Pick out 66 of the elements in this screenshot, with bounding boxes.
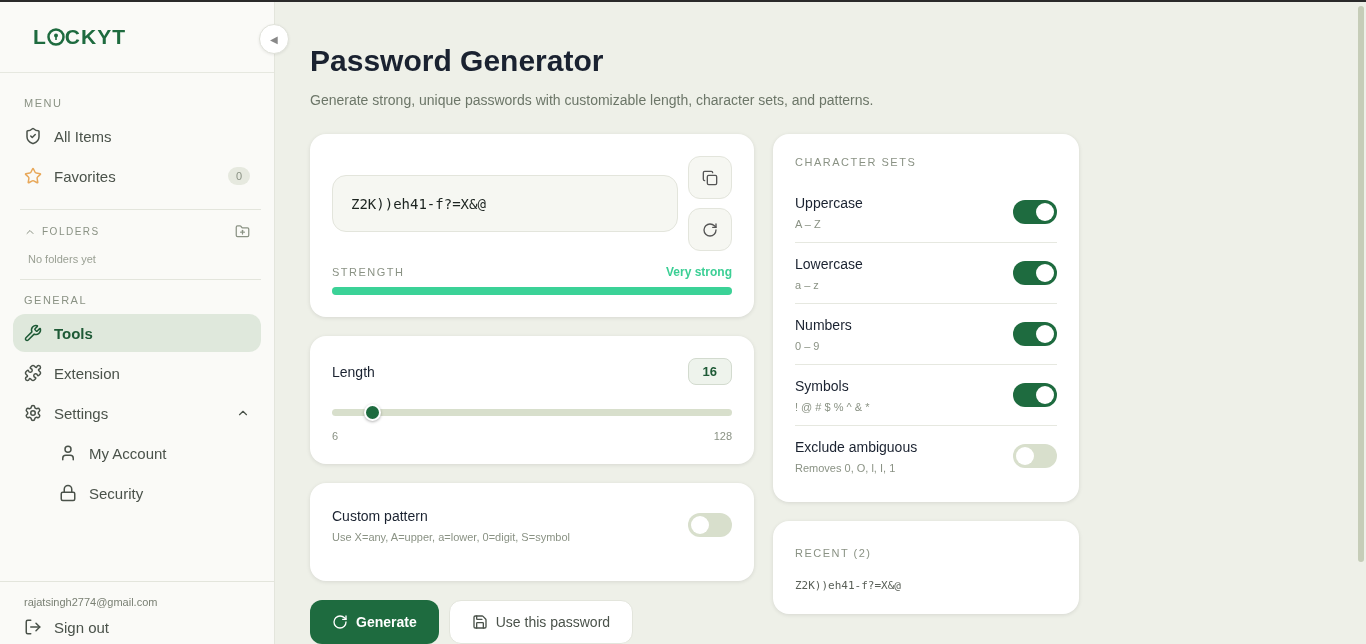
star-icon [24,167,42,185]
sign-out-icon [24,618,42,636]
sidebar-item[interactable]: Settings [13,394,261,432]
wrench-icon [24,324,42,342]
strength-label: STRENGTH [332,266,405,278]
save-icon [471,614,488,630]
section-heading: FOLDERS [42,226,101,237]
copy-icon [702,169,718,186]
toggle-switch[interactable] [1013,200,1057,224]
toggle-switch[interactable] [1013,322,1057,346]
password-field[interactable]: Z2K))eh41-f?=X&@ [332,175,678,232]
option-hint: 0 – 9 [795,340,821,352]
page-title: Password Generator [310,44,605,78]
lock-icon [59,484,77,502]
empty-folders-text: No folders yet [27,252,97,265]
puzzle-icon [24,364,42,382]
add-folder-icon[interactable] [235,224,250,239]
recent-password[interactable]: Z2K))eh41-f?=X&@ [795,579,1057,592]
length-label: Length [332,363,375,380]
strength-value: Very strong [665,265,732,279]
option-hint: Removes 0, O, l, I, 1 [795,462,897,474]
refresh-icon [332,614,348,630]
sidebar-item[interactable]: Extension [13,354,261,392]
scrollbar[interactable] [1358,6,1364,562]
toggle-switch[interactable] [688,513,732,537]
refresh-icon [702,221,718,238]
section-heading: GENERAL [23,294,89,306]
generate-button[interactable]: Generate [310,600,439,644]
option-hint: ! @ # $ % ^ & * [795,401,870,413]
sidebar-item[interactable]: All Items [13,117,261,155]
option-label: Uppercase [795,195,863,211]
sidebar-item[interactable]: Security [13,474,261,512]
user-icon [59,444,77,462]
copy-button[interactable] [688,156,732,199]
length-value: 16 [687,358,732,385]
option-label: Numbers [795,317,852,333]
shield-icon [24,127,42,145]
toggle-switch[interactable] [1013,383,1057,407]
settings-icon [24,404,42,422]
sign-out-button[interactable]: Sign out [24,618,110,636]
logo: L CKYT [33,25,126,49]
slider-max: 128 [713,430,732,442]
slider-min: 6 [332,430,339,442]
sidebar-item[interactable]: Tools [13,314,261,352]
regenerate-button[interactable] [688,208,732,251]
collapse-sidebar-button[interactable]: ◀ [259,24,289,54]
option-label: Lowercase [795,256,863,272]
card-heading: CHARACTER SETS [795,156,918,168]
count-badge: 0 [227,167,250,185]
card-heading: RECENT (2) [795,547,872,559]
option-hint: a – z [795,279,820,291]
sidebar-item[interactable]: Favorites 0 [13,157,261,195]
custom-pattern-hint: Use X=any, A=upper, a=lower, 0=digit, S=symbol [332,531,570,543]
section-heading: MENU [23,97,64,109]
slider-thumb[interactable] [364,404,381,421]
option-label: Exclude ambiguous [795,439,918,455]
custom-pattern-label: Custom pattern [332,508,428,524]
toggle-switch[interactable] [1013,261,1057,285]
keyhole-icon [46,28,65,46]
option-hint: A – Z [795,218,822,230]
option-label: Symbols [795,378,849,394]
use-password-button[interactable]: Use this password [448,600,634,644]
toggle-switch[interactable] [1013,444,1057,468]
page-subtitle: Generate strong, unique passwords with customizable length, character sets, and patterns. [310,92,875,108]
sidebar-item[interactable]: My Account [13,434,261,472]
user-email: rajatsingh2774@gmail.com [24,596,159,608]
